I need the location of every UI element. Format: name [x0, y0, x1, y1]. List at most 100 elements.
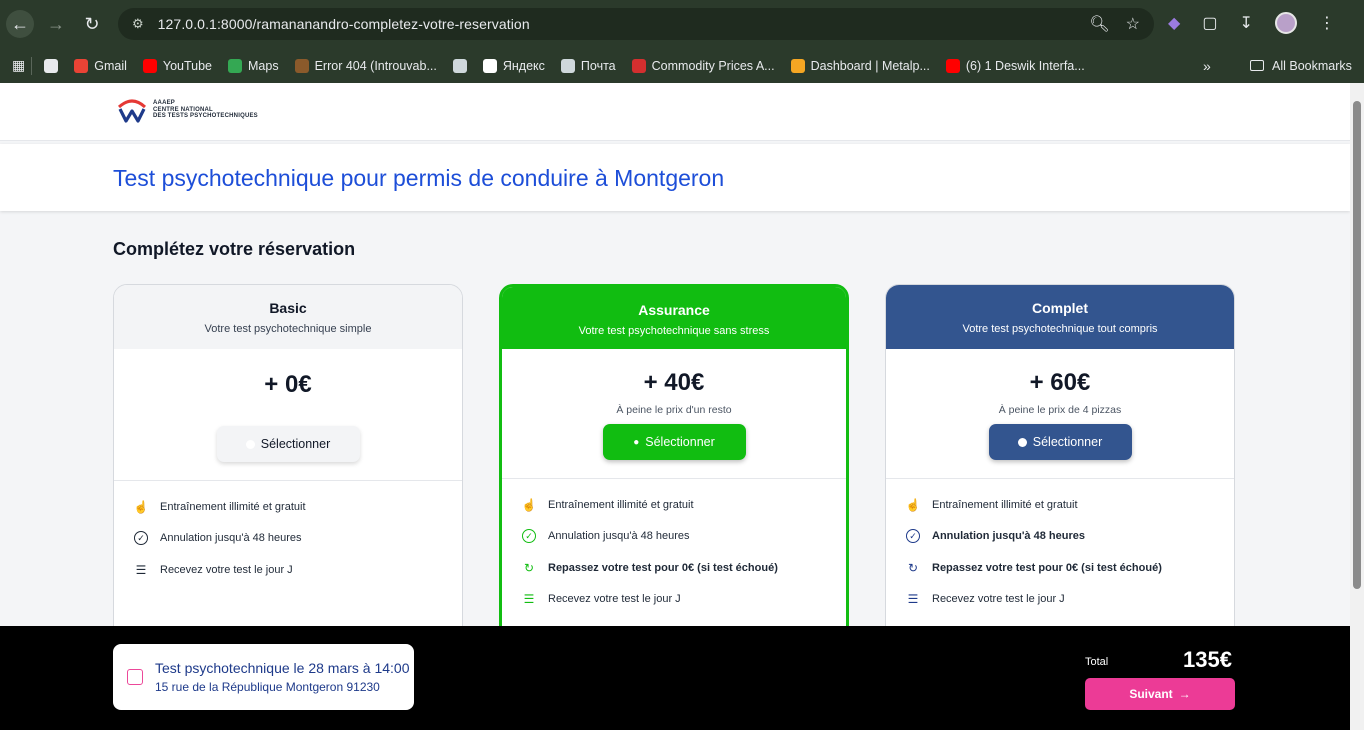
bookmark-item[interactable]: YouTube	[142, 58, 213, 73]
site-info-icon[interactable]: ⚙	[132, 16, 144, 32]
plan-card-complet[interactable]: Complet Votre test psychotechnique tout …	[885, 284, 1235, 684]
select-complet-button[interactable]: Sélectionner	[988, 424, 1132, 460]
select-assurance-button[interactable]: ● Sélectionner	[602, 424, 746, 460]
bookmark-favicon-icon	[945, 58, 960, 73]
logo-line-2: CENTRE NATIONAL	[153, 106, 213, 113]
bookmark-label: Почта	[580, 58, 616, 73]
plan-header: Assurance Votre test psychotechnique san…	[502, 287, 846, 349]
bookmark-favicon-icon	[294, 58, 309, 73]
logo-mark-icon	[117, 99, 147, 123]
bookmark-label: Error 404 (Introuvab...	[314, 58, 437, 73]
bookmark-label: Gmail	[94, 58, 127, 73]
refresh-icon: ↻	[523, 560, 535, 575]
page-title: Test psychotechnique pour permis de cond…	[113, 165, 725, 191]
feature-item: ☝ Entraînement illimité et gratuit	[134, 491, 462, 523]
bookmark-item[interactable]: Commodity Prices A...	[631, 58, 775, 73]
plan-name: Complet	[1032, 300, 1088, 316]
divider	[114, 480, 462, 481]
bookmark-item[interactable]: Яндекс	[482, 58, 545, 73]
section-title: Complétez votre réservation	[113, 239, 356, 259]
check-circle-icon: ●	[633, 436, 640, 448]
feature-item: ✓ Annulation jusqu'à 48 heures	[134, 523, 462, 555]
feature-item: ☝ Entraînement illimité et gratuit	[906, 489, 1234, 521]
logo-line-1: AAAEP	[153, 99, 176, 106]
radio-dot-icon	[1017, 437, 1027, 447]
all-bookmarks-button[interactable]: All Bookmarks	[1250, 59, 1352, 73]
select-label: Sélectionner	[645, 435, 715, 449]
feature-text: Annulation jusqu'à 48 heures	[548, 530, 690, 543]
feature-text: Entraînement illimité et gratuit	[932, 498, 1078, 511]
next-button[interactable]: Suivant →	[1085, 678, 1235, 710]
appointment-address: 15 rue de la République Montgeron 91230	[155, 680, 380, 694]
feature-list: ☝ Entraînement illimité et gratuit ✓ Annula…	[886, 489, 1234, 647]
feature-item: ✓ Annulation jusqu'à 48 heures	[906, 521, 1234, 553]
more-bookmarks-icon[interactable]: »	[1203, 58, 1211, 74]
feature-text: Recevez votre test le jour J	[548, 593, 681, 606]
feature-text: Annulation jusqu'à 48 heures	[160, 532, 302, 545]
reload-icon[interactable]: ↻	[78, 10, 106, 38]
next-label: Suivant	[1129, 687, 1173, 701]
calendar-icon	[127, 669, 143, 685]
select-label: Sélectionner	[260, 437, 331, 451]
folder-icon	[1250, 60, 1264, 71]
check-circle-icon: ✓	[906, 529, 920, 544]
plan-price-note: À peine le prix d'un resto	[616, 404, 732, 416]
plan-header: Basic Votre test psychotechnique simple	[114, 285, 462, 349]
feature-list: ☝ Entraînement illimité et gratuit ✓ Annula…	[502, 489, 846, 615]
plan-card-basic[interactable]: Basic Votre test psychotechnique simple …	[113, 284, 463, 684]
bookmark-item[interactable]	[44, 58, 59, 73]
document-icon: ☰	[523, 592, 535, 607]
bookmark-star-icon[interactable]: ☆	[1126, 14, 1140, 34]
site-header: AAAEP CENTRE NATIONAL DES TESTS PSYCHOTE…	[0, 83, 1350, 141]
page-scrollbar[interactable]	[1350, 83, 1364, 730]
bookmark-item[interactable]: Dashboard | Metalp...	[790, 58, 930, 73]
profile-avatar[interactable]	[1274, 12, 1297, 34]
plan-price: + 40€	[643, 369, 705, 396]
select-basic-button[interactable]: Sélectionner	[216, 426, 360, 462]
hand-pointer-icon: ☝	[133, 499, 149, 514]
bookmark-item[interactable]: Gmail	[74, 58, 127, 73]
logo-text: AAAEP CENTRE NATIONAL DES TESTS PSYCHOTE…	[153, 100, 258, 121]
back-arrow-icon[interactable]: ←	[6, 10, 34, 38]
document-icon: ☰	[907, 592, 919, 607]
menu-kebab-icon[interactable]: ⋮	[1319, 13, 1335, 33]
bookmarks-bar: ▦ Gmail YouTube Maps Error 404 (Introuvab..…	[0, 48, 1364, 83]
url-text[interactable]: 127.0.0.1:8000/ramananandro-completez-vo…	[158, 16, 530, 32]
bookmark-item[interactable]: (6) 1 Deswik Interfa...	[945, 58, 1085, 73]
extension-gem-icon[interactable]: ◆	[1168, 13, 1180, 33]
bookmark-label: YouTube	[162, 58, 213, 73]
address-bar[interactable]: ⚙ 127.0.0.1:8000/ramananandro-completez-…	[118, 8, 1154, 40]
feature-item: ↻ Repassez votre test pour 0€ (si test éc…	[906, 552, 1234, 584]
extensions-puzzle-icon[interactable]: ▢	[1202, 13, 1217, 33]
all-bookmarks-label: All Bookmarks	[1272, 58, 1352, 73]
bookmark-favicon-icon	[44, 58, 59, 73]
plan-header: Complet Votre test psychotechnique tout …	[886, 285, 1234, 349]
apps-grid-icon[interactable]: ▦	[12, 57, 25, 74]
bookmark-item[interactable]	[452, 58, 467, 73]
feature-text: Repassez votre test pour 0€ (si test éch…	[932, 561, 1162, 574]
scrollbar-thumb[interactable]	[1353, 101, 1361, 589]
bookmark-label: Commodity Prices A...	[651, 58, 775, 73]
zoom-icon[interactable]: 🔍︎	[1089, 14, 1109, 34]
bookmark-label: Яндекс	[502, 58, 545, 73]
browser-toolbar: ← → ↻ ⚙ 127.0.0.1:8000/ramananandro-comp…	[0, 0, 1364, 48]
bookmarks-separator	[31, 56, 33, 75]
site-logo[interactable]: AAAEP CENTRE NATIONAL DES TESTS PSYCHOTE…	[117, 97, 258, 123]
feature-item: ✓ Annulation jusqu'à 48 heures	[522, 521, 846, 553]
bookmark-favicon-icon	[560, 58, 575, 73]
bookmark-favicon-icon	[631, 58, 646, 73]
forward-arrow-icon[interactable]: →	[42, 10, 70, 38]
total-label: Total	[1085, 656, 1109, 668]
feature-item: ☝ Entraînement illimité et gratuit	[522, 489, 846, 521]
plan-subtitle: Votre test psychotechnique simple	[204, 323, 372, 335]
feature-item: ↻ Repassez votre test pour 0€ (si test éc…	[522, 552, 846, 584]
bookmark-item[interactable]: Maps	[228, 58, 279, 73]
bookmark-label: (6) 1 Deswik Interfa...	[965, 58, 1085, 73]
feature-list: ☝ Entraînement illimité et gratuit ✓ Annula…	[114, 491, 462, 586]
bookmark-item[interactable]: Error 404 (Introuvab...	[294, 58, 437, 73]
bookmark-favicon-icon	[228, 58, 243, 73]
bookmark-favicon-icon	[74, 58, 89, 73]
bookmark-item[interactable]: Почта	[560, 58, 616, 73]
refresh-icon: ↻	[907, 560, 919, 575]
download-icon[interactable]: ↧	[1239, 13, 1252, 33]
